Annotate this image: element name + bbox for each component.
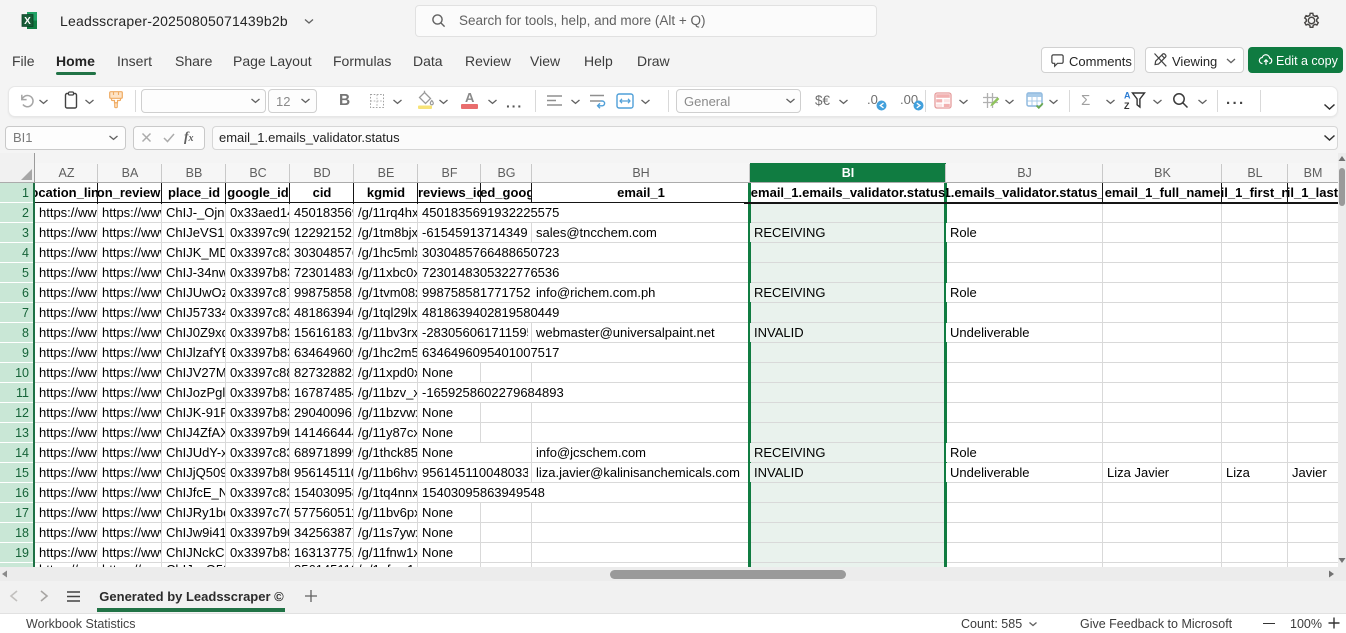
svg-text:A: A bbox=[1124, 91, 1131, 101]
svg-text:Z: Z bbox=[1124, 101, 1130, 111]
svg-text:X: X bbox=[24, 16, 31, 27]
